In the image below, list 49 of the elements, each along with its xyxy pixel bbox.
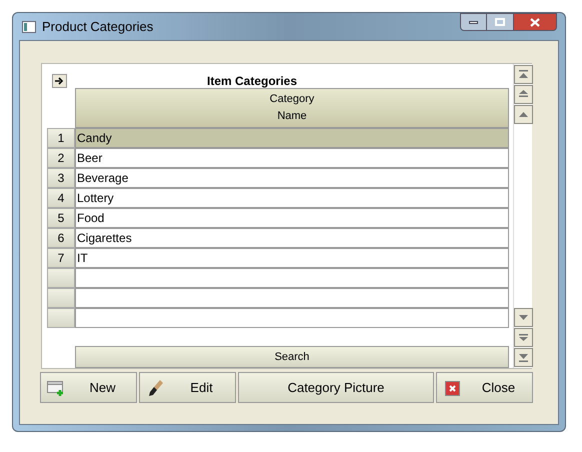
category-cell[interactable]: Lottery	[75, 188, 509, 208]
row-number[interactable]: 5	[47, 208, 75, 228]
row-header[interactable]	[47, 268, 75, 288]
column-header: Category Name	[75, 88, 509, 128]
grid-title: Item Categories	[207, 73, 298, 90]
next-record-button[interactable]	[514, 308, 533, 327]
category-cell[interactable]: Beverage	[75, 168, 509, 188]
brush-icon	[148, 379, 164, 397]
window-title: Product Categories	[42, 18, 154, 36]
minimize-button[interactable]	[460, 13, 487, 31]
close-button[interactable]: Close	[436, 372, 533, 403]
row-number[interactable]: 6	[47, 228, 75, 248]
page-up-button[interactable]	[514, 85, 533, 104]
page-down-icon	[519, 333, 528, 342]
close-icon	[530, 18, 540, 26]
edit-button[interactable]: Edit	[139, 372, 236, 403]
last-record-button[interactable]	[514, 348, 533, 367]
row-number[interactable]: 1	[47, 128, 75, 148]
new-window-icon	[47, 381, 65, 397]
picture-button[interactable]: Category Picture	[238, 372, 434, 403]
minimize-icon	[469, 20, 478, 24]
page-down-button[interactable]	[514, 328, 533, 347]
new-button[interactable]: New	[40, 372, 137, 403]
page-up-icon	[519, 90, 528, 99]
maximize-button[interactable]	[487, 13, 513, 31]
first-record-button[interactable]	[514, 65, 533, 84]
arrow-button[interactable]	[52, 74, 67, 88]
category-cell[interactable]: Beer	[75, 148, 509, 168]
up-triangle-icon	[519, 110, 528, 119]
arrow-right-icon	[55, 77, 64, 85]
row-number[interactable]: 4	[47, 188, 75, 208]
category-cell[interactable]: IT	[75, 248, 509, 268]
close-window-button[interactable]	[513, 13, 557, 31]
row-number[interactable]: 3	[47, 168, 75, 188]
previous-record-button[interactable]	[514, 105, 533, 124]
category-cell[interactable]: Candy	[75, 128, 509, 148]
first-icon	[519, 70, 528, 79]
row-header[interactable]	[47, 308, 75, 328]
row-number[interactable]: 2	[47, 148, 75, 168]
close-icon	[445, 381, 460, 396]
maximize-icon	[495, 18, 505, 26]
row-number[interactable]: 7	[47, 248, 75, 268]
category-cell[interactable]: Cigarettes	[75, 228, 509, 248]
row-header[interactable]	[47, 288, 75, 308]
category-cell[interactable]: Food	[75, 208, 509, 228]
search-button[interactable]: Search	[75, 346, 509, 368]
app-icon	[22, 20, 36, 32]
last-icon	[519, 353, 528, 362]
down-triangle-icon	[519, 313, 528, 322]
